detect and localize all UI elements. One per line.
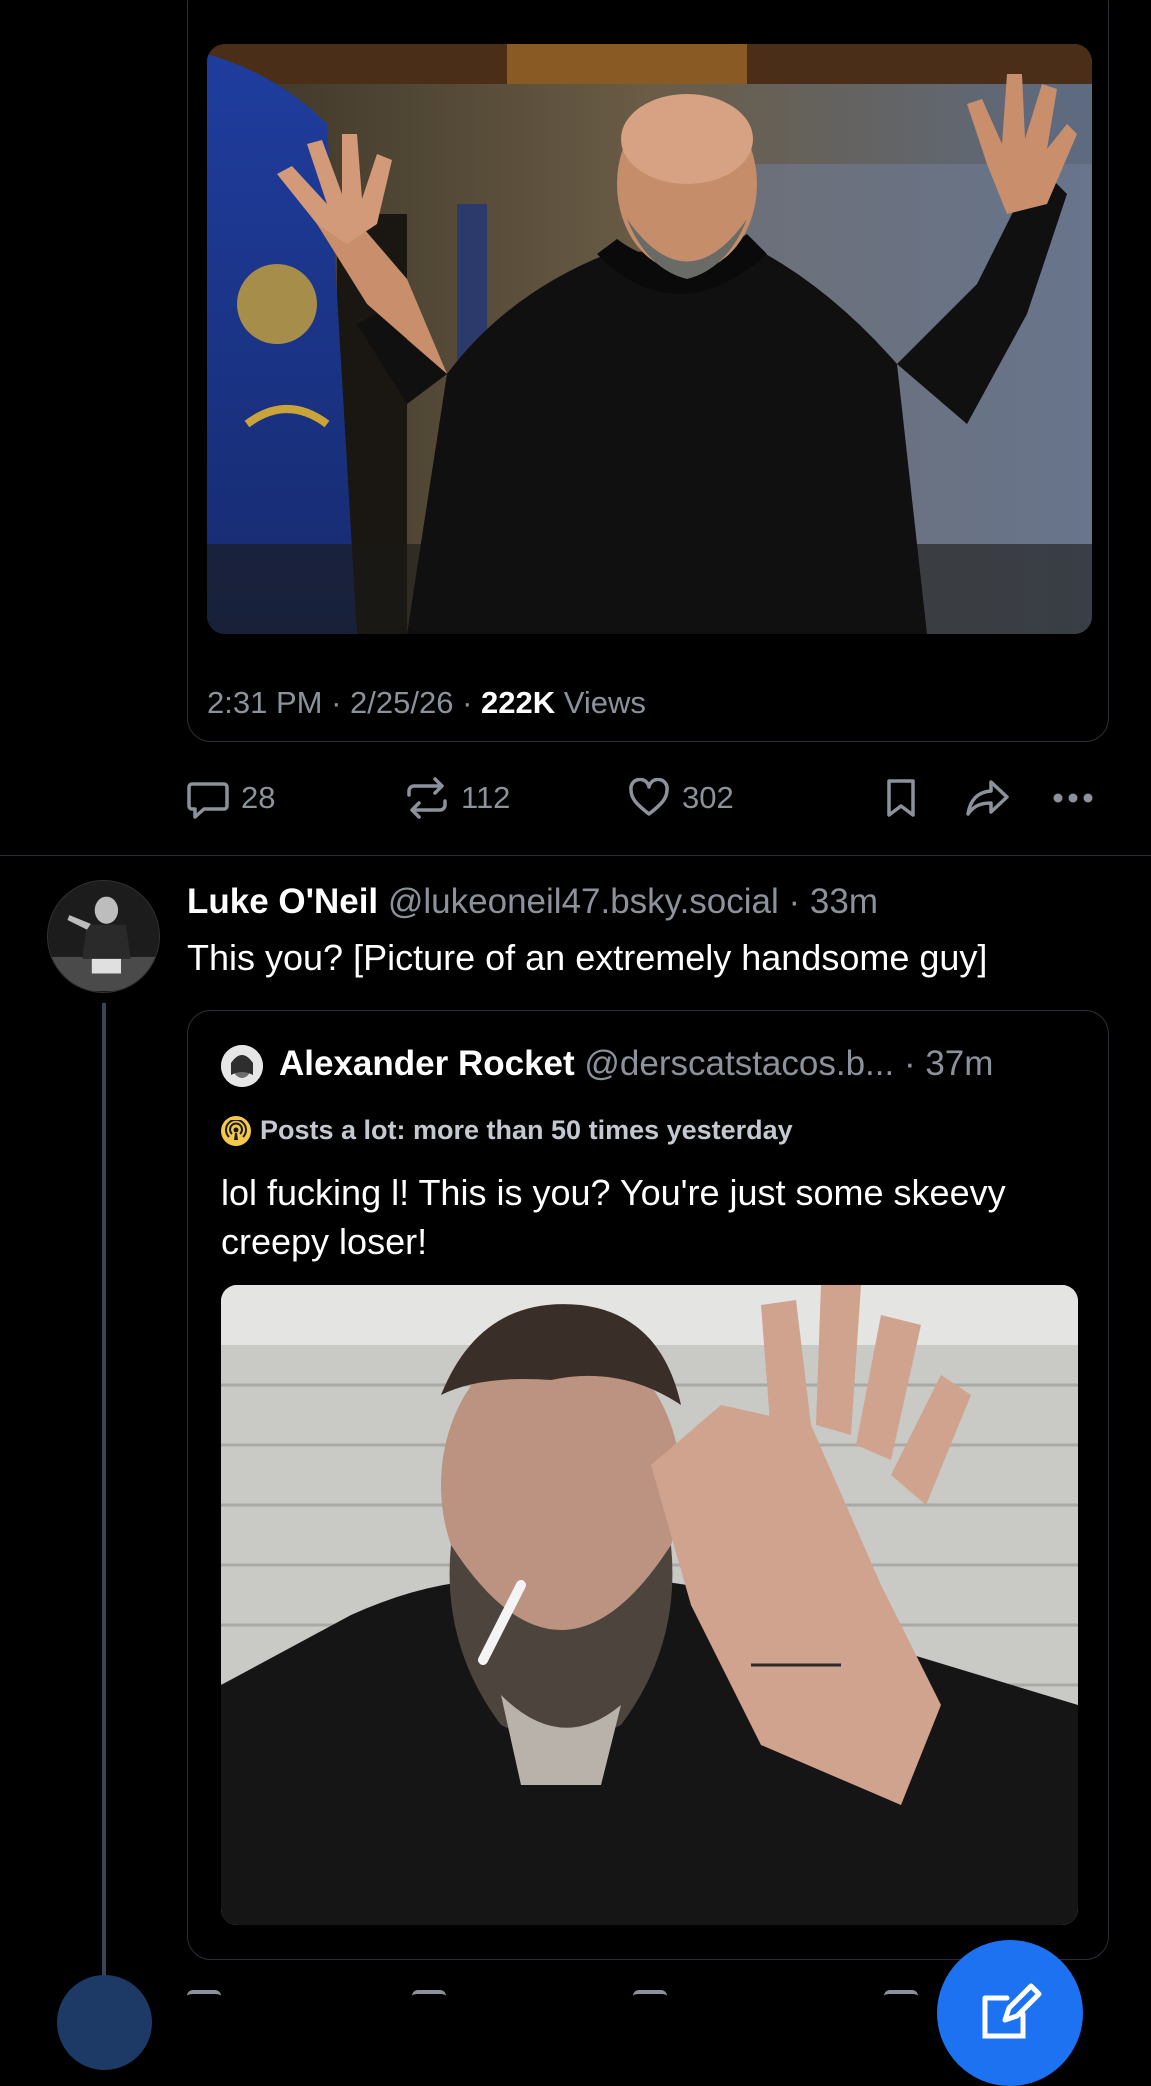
badge-label: Posts a lot: more than 50 times yesterda… [260, 1115, 793, 1145]
bookmark-button[interactable] [884, 775, 918, 821]
more-options-button[interactable] [1052, 775, 1094, 821]
like-count: 302 [682, 780, 734, 815]
post-time: 2:31 PM [207, 685, 323, 720]
bookmark-icon [887, 779, 915, 817]
reply-button[interactable]: 28 [187, 775, 275, 821]
meta-separator: · [453, 685, 482, 720]
post-date: 2/25/26 [350, 685, 454, 720]
compose-button[interactable] [937, 1940, 1083, 2086]
quote-photo[interactable] [221, 1285, 1078, 1925]
repost-icon [407, 777, 447, 819]
reply-icon [187, 782, 229, 819]
meta-separator: · [322, 685, 351, 720]
post-meta: 2:31 PM · 2/25/26 · 222K Views [207, 685, 646, 721]
views-label: Views [555, 685, 646, 720]
activity-badge: Posts a lot: more than 50 times yesterda… [221, 1115, 793, 1146]
like-button[interactable]: 302 [628, 775, 734, 821]
like-icon [629, 778, 669, 816]
quote-author[interactable]: Alexander Rocket @derscatstacos.b... · 3… [279, 1042, 993, 1086]
embed-photo[interactable] [207, 44, 1092, 634]
views-count: 222K [481, 685, 556, 720]
quote-avatar[interactable] [221, 1045, 263, 1087]
quote-author-handle[interactable]: @derscatstacos.b... · 37m [575, 1044, 993, 1083]
avatar[interactable] [47, 880, 160, 993]
author-handle[interactable]: @lukeoneil47.bsky.social · 33m [378, 882, 878, 921]
quote-text: lol fucking l! This is you? You're just … [221, 1172, 1006, 1262]
compose-icon [982, 1983, 1042, 2039]
next-bookmark-icon[interactable] [884, 1990, 918, 2004]
next-like-icon[interactable] [633, 1990, 667, 2004]
post-divider [0, 855, 1151, 856]
share-icon [966, 780, 1009, 816]
next-repost-icon[interactable] [412, 1990, 446, 2004]
more-icon [1053, 793, 1093, 803]
post-author[interactable]: Luke O'Neil @lukeoneil47.bsky.social · 3… [187, 880, 878, 924]
next-reply-icon[interactable] [187, 1990, 221, 2004]
post-text: This you? [Picture of an extremely hands… [187, 937, 988, 978]
repost-count: 112 [461, 780, 511, 815]
author-name[interactable]: Luke O'Neil [187, 882, 378, 921]
reply-count: 28 [241, 780, 276, 815]
share-button[interactable] [965, 775, 1011, 821]
next-post-avatar[interactable] [57, 1975, 152, 2070]
quote-author-name[interactable]: Alexander Rocket [279, 1044, 575, 1083]
thread-line [102, 1003, 106, 2003]
repost-button[interactable]: 112 [405, 775, 510, 821]
broadcast-icon [221, 1115, 251, 1146]
